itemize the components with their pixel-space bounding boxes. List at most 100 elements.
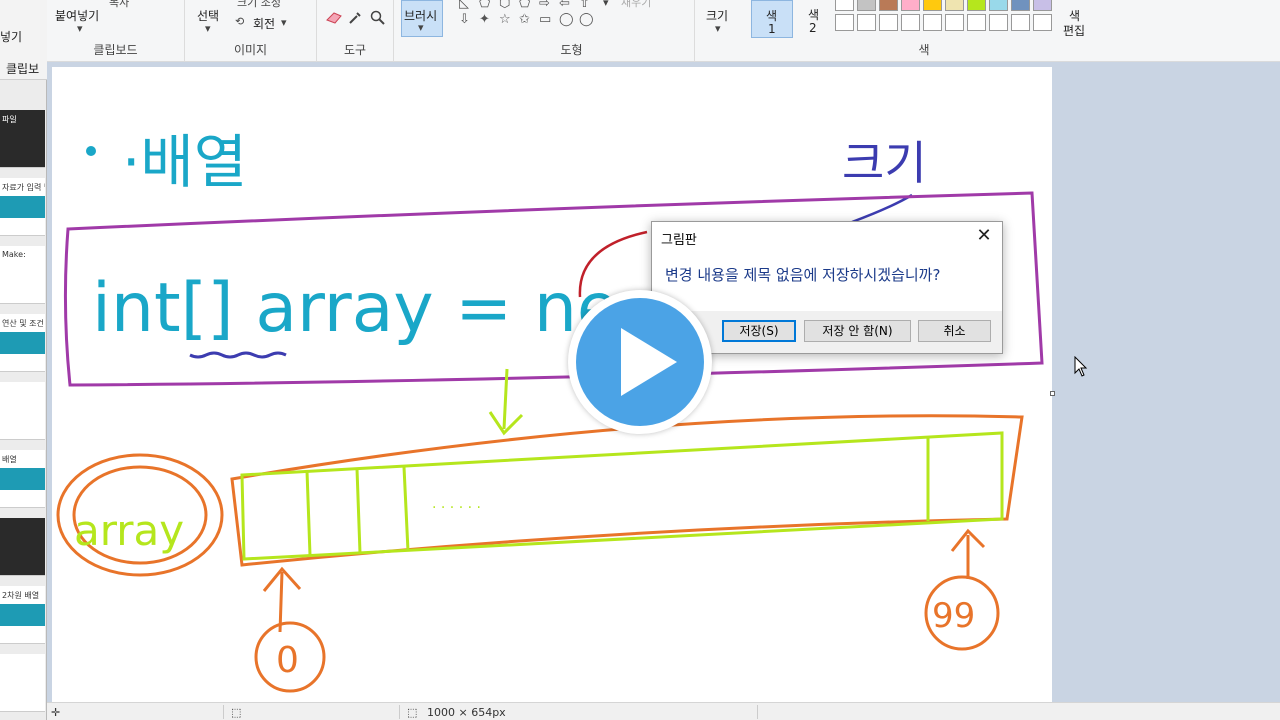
size-button[interactable]: 크기 ▾ xyxy=(697,0,747,62)
color-swatch[interactable] xyxy=(945,14,964,31)
slide-thumbnail[interactable] xyxy=(0,654,45,712)
shape-tool-icon[interactable]: ⇦ xyxy=(559,0,570,11)
slide-thumbnail[interactable]: 파일 xyxy=(0,110,45,168)
canvas-resize-handle[interactable] xyxy=(1050,391,1055,396)
rotate-button[interactable]: 회전 xyxy=(253,15,275,32)
scroll-up-icon[interactable]: ▾ xyxy=(603,0,609,9)
image-size-text: 1000 × 654px xyxy=(427,706,506,719)
drawing-canvas[interactable]: ·배열 크기 int[] array = ne array · · · · · … xyxy=(52,67,1052,707)
color-swatch[interactable] xyxy=(857,0,876,11)
chevron-down-icon[interactable]: ▾ xyxy=(205,22,211,35)
tools-group-label: 도구 xyxy=(343,43,367,57)
clipboard-label-fragment: 클립보 xyxy=(6,62,40,76)
edit-colors-button[interactable]: 색 편집 xyxy=(1059,0,1103,40)
edit-colors-label-2: 편집 xyxy=(1063,24,1086,38)
resize-button[interactable]: 크기 조정 xyxy=(237,0,281,10)
slide-thumbnail[interactable]: 연산 및 조건 제어 xyxy=(0,314,45,372)
cancel-button[interactable]: 취소 xyxy=(918,320,991,342)
color-swatch[interactable] xyxy=(835,0,854,11)
cursor-position-icon: ✛ xyxy=(51,706,61,719)
color-picker-icon[interactable] xyxy=(347,9,363,25)
shape-tool-icon[interactable]: ◺ xyxy=(459,0,469,11)
shape-tool-icon[interactable]: ⇩ xyxy=(459,12,470,27)
shape-tool-icon[interactable]: ✦ xyxy=(479,12,490,27)
slide-thumbnail[interactable] xyxy=(0,382,45,440)
color-swatch[interactable] xyxy=(967,14,986,31)
video-play-button[interactable] xyxy=(568,290,712,434)
close-icon[interactable]: ✕ xyxy=(974,225,994,247)
shape-tool-icon[interactable]: ✩ xyxy=(519,12,530,27)
chevron-down-icon[interactable]: ▾ xyxy=(77,22,83,35)
color-swatch[interactable] xyxy=(901,14,920,31)
code-text: int[] array = ne xyxy=(92,269,619,348)
color-swatch[interactable] xyxy=(989,0,1008,11)
dont-save-button[interactable]: 저장 안 함(N) xyxy=(804,320,911,342)
thumbnail-text: 연산 및 조건 제어 xyxy=(2,319,45,328)
status-divider xyxy=(223,705,224,719)
color-swatch[interactable] xyxy=(989,14,1008,31)
color-swatch[interactable] xyxy=(857,14,876,31)
chevron-down-icon: ▾ xyxy=(418,21,424,34)
index-start: 0 xyxy=(276,640,299,681)
array-label: array xyxy=(74,506,184,555)
chevron-down-icon: ▾ xyxy=(715,22,721,35)
bullet-dot xyxy=(86,146,96,156)
color-swatch[interactable] xyxy=(923,0,942,11)
shape-tool-icon[interactable]: ▭ xyxy=(539,12,551,27)
brushes-button[interactable]: 브러시 ▾ xyxy=(401,0,443,37)
thumbnail-band xyxy=(0,604,45,626)
fill-button[interactable]: 채우기 xyxy=(621,0,651,10)
array-cells xyxy=(240,431,1004,561)
eraser-icon[interactable] xyxy=(325,10,343,24)
image-group: 선택 ▾ 크기 조정 ⟲ 회전 ▾ 이미지 xyxy=(185,0,317,62)
slide-thumbnail[interactable]: 2차원 배열 xyxy=(0,586,45,644)
color-swatch[interactable] xyxy=(1033,0,1052,11)
color-swatch[interactable] xyxy=(835,14,854,31)
index-end-arrow xyxy=(950,528,986,579)
color-swatch[interactable] xyxy=(879,0,898,11)
dialog-message: 변경 내용을 제목 없음에 저장하시겠습니까? xyxy=(665,266,941,284)
color-swatch[interactable] xyxy=(901,0,920,11)
shape-tool-icon[interactable]: ◯ xyxy=(559,12,574,27)
color-swatch[interactable] xyxy=(923,14,942,31)
color-swatch[interactable] xyxy=(945,0,964,11)
shape-tool-icon[interactable]: ⇨ xyxy=(539,0,550,11)
shape-tool-icon[interactable]: ◯ xyxy=(579,12,594,27)
clipboard-group-label: 클립보드 xyxy=(93,43,138,57)
slide-thumbnail[interactable]: 배열 xyxy=(0,450,45,508)
color-swatch[interactable] xyxy=(1011,0,1030,11)
color-2-button[interactable]: 색 2 xyxy=(797,0,831,38)
handwritten-drawing: ·배열 크기 int[] array = ne array · · · · · … xyxy=(56,128,1044,693)
mouse-cursor-icon xyxy=(1074,356,1088,377)
image-group-label: 이미지 xyxy=(233,43,268,57)
status-divider xyxy=(399,705,400,719)
shape-tool-icon[interactable]: ⬠ xyxy=(519,0,530,11)
tools-group: 도구 xyxy=(317,0,394,62)
slide-thumbnail[interactable]: 자료가 입력 및 출력 xyxy=(0,178,45,236)
slide-thumbnail[interactable]: Make: xyxy=(0,246,45,304)
brackets-underline xyxy=(189,351,287,359)
shape-tool-icon[interactable]: ☆ xyxy=(499,12,511,27)
color-swatch[interactable] xyxy=(879,14,898,31)
color-1-button[interactable]: 색 1 xyxy=(751,0,793,38)
color-swatch[interactable] xyxy=(1033,14,1052,31)
index-end: 99 xyxy=(932,596,975,636)
shape-tool-icon[interactable]: ⬠ xyxy=(479,0,490,11)
shape-tool-icon[interactable]: ⇧ xyxy=(579,0,590,11)
dialog-title: 그림판 xyxy=(661,233,697,248)
save-button[interactable]: 저장(S) xyxy=(722,320,796,342)
magnifier-icon[interactable] xyxy=(369,9,385,25)
selection-size-icon: ⬚ xyxy=(231,706,242,719)
color-1-number: 1 xyxy=(768,22,776,36)
thumbnail-band xyxy=(0,332,45,354)
slide-thumbnail[interactable] xyxy=(0,518,45,576)
color-swatch[interactable] xyxy=(1011,14,1030,31)
status-divider xyxy=(757,705,758,719)
copy-button[interactable]: 복사 xyxy=(109,0,129,10)
thumbnail-text: 배열 xyxy=(2,455,17,464)
shape-tool-icon[interactable]: ⬡ xyxy=(499,0,510,11)
thumbnail-text: 파일 xyxy=(2,115,17,124)
chevron-down-icon[interactable]: ▾ xyxy=(281,16,287,29)
color-swatch[interactable] xyxy=(967,0,986,11)
color-2-number: 2 xyxy=(809,21,817,35)
